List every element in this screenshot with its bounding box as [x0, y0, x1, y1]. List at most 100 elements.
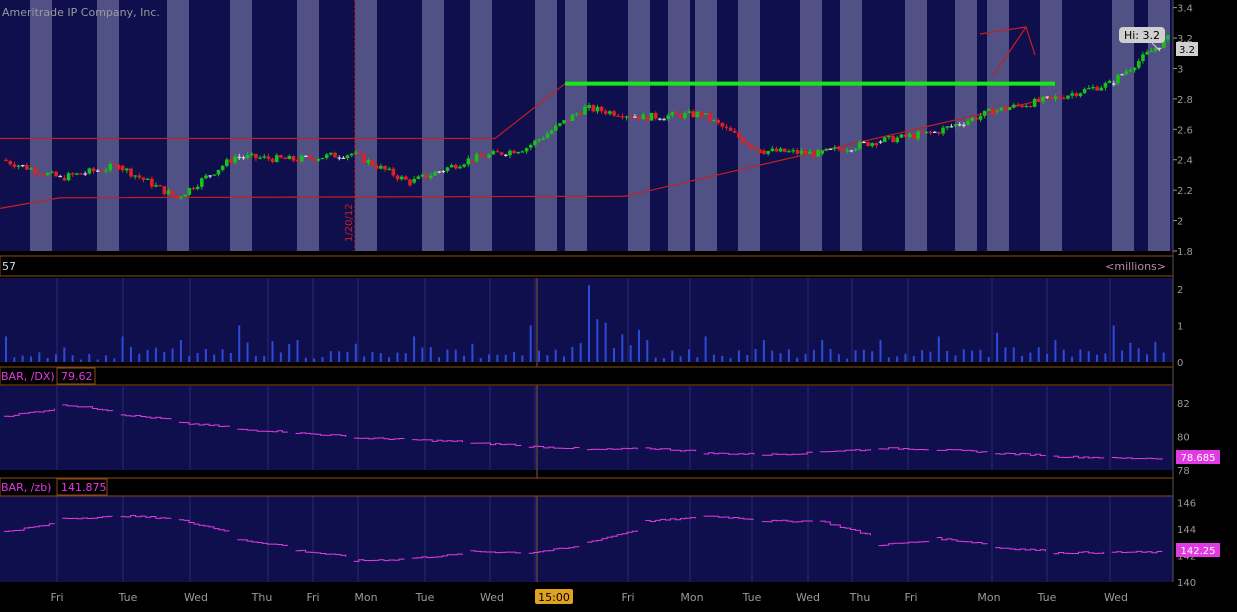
- candle-body: [233, 156, 237, 163]
- volume-bar: [1021, 355, 1024, 362]
- time-label: 15:00: [538, 591, 570, 604]
- dx-value: 79.62: [61, 370, 93, 383]
- candle-body: [503, 154, 508, 156]
- candle-body: [87, 168, 92, 174]
- volume-tick-label: 0: [1177, 358, 1183, 369]
- volume-bar: [363, 356, 366, 362]
- volume-bar: [5, 336, 7, 362]
- candle-body: [445, 167, 450, 171]
- volume-bar: [296, 340, 299, 362]
- candle-body: [374, 165, 379, 169]
- candle-body: [324, 154, 329, 158]
- volume-bar: [696, 357, 699, 362]
- candle-body: [266, 156, 271, 159]
- volume-bar: [13, 357, 16, 362]
- candle-body: [95, 170, 100, 172]
- time-axis: Fri Tue Wed Thu Fri Mon Tue Wed 15:00 Fri Mon Tue We…: [50, 589, 1128, 604]
- candle-body: [129, 168, 133, 177]
- candle-body: [408, 179, 412, 186]
- volume-bar: [346, 351, 349, 362]
- zb-tick-label: 140: [1177, 578, 1196, 589]
- candle-body: [1074, 93, 1079, 97]
- candle-body: [899, 134, 904, 138]
- volume-bar: [63, 347, 66, 362]
- volume-bar: [588, 285, 590, 362]
- chart-window: Ameritrade IP Company, Inc. 1/20/12 57 <…: [0, 0, 1237, 608]
- volume-bar: [213, 354, 216, 362]
- candle-body: [566, 120, 571, 122]
- candle-body: [849, 150, 854, 152]
- candle-body: [737, 132, 741, 138]
- volume-bar: [321, 357, 324, 362]
- volume-bar: [1062, 349, 1065, 362]
- volume-bar: [912, 356, 915, 362]
- candle-body: [1128, 70, 1133, 72]
- volume-bar: [862, 349, 865, 362]
- volume-bar: [854, 350, 857, 362]
- zb-header: [0, 477, 1174, 497]
- candle-body: [83, 173, 88, 175]
- candle-body: [191, 188, 196, 190]
- candle-body: [479, 154, 483, 157]
- candle-body: [745, 142, 750, 145]
- volume-bar: [637, 329, 640, 362]
- candle-body: [249, 153, 254, 156]
- time-label: Fri: [306, 591, 319, 604]
- volume-bar: [221, 349, 224, 362]
- candle-body: [658, 118, 662, 120]
- volume-bar: [979, 349, 982, 362]
- candle-body: [1111, 83, 1116, 85]
- candle-body: [370, 160, 375, 166]
- candle-body: [20, 165, 25, 167]
- volume-bar: [1104, 353, 1107, 362]
- volume-bar: [1162, 352, 1165, 362]
- candle-body: [395, 175, 400, 180]
- candle-body: [1153, 48, 1158, 51]
- dx-panel[interactable]: [0, 386, 1173, 470]
- candle-body: [616, 115, 621, 117]
- volume-bar: [479, 358, 482, 362]
- candle-body: [637, 116, 641, 120]
- candle-body: [824, 148, 829, 151]
- candle-body: [391, 168, 396, 176]
- candle-body: [16, 165, 21, 167]
- candle-body: [91, 168, 96, 172]
- candle-body: [358, 152, 362, 155]
- candle-body: [387, 168, 391, 170]
- candle-body: [678, 114, 683, 118]
- zb-tick-label: 144: [1177, 525, 1196, 536]
- candle-body: [583, 106, 587, 115]
- candle-body: [1037, 98, 1041, 102]
- volume-bar: [1071, 356, 1074, 362]
- candle-body: [50, 171, 54, 173]
- candle-body: [741, 137, 745, 143]
- zb-panel[interactable]: [0, 496, 1173, 582]
- candle-body: [807, 151, 812, 154]
- volume-bar: [171, 348, 174, 362]
- candle-body: [512, 150, 516, 154]
- dx-tick-label: 80: [1177, 432, 1190, 443]
- candle-body: [316, 159, 321, 161]
- dx-symbol: BAR, /DX): [1, 370, 55, 383]
- session-shade: [738, 0, 760, 251]
- candle-body: [1053, 96, 1058, 99]
- volume-bar: [1096, 354, 1099, 362]
- candle-body: [1124, 71, 1129, 75]
- session-shade: [97, 0, 119, 251]
- session-shade: [297, 0, 319, 251]
- volume-bar: [704, 336, 707, 362]
- candle-body: [158, 185, 162, 187]
- candle-body: [420, 174, 425, 177]
- volume-bar: [288, 344, 291, 362]
- candle-body: [491, 151, 496, 155]
- candle-body: [25, 165, 29, 170]
- volume-bar: [279, 352, 282, 362]
- candle-body: [499, 152, 504, 155]
- candle-body: [429, 175, 433, 178]
- candle-body: [37, 173, 42, 175]
- volume-bar: [54, 354, 57, 362]
- candle-body: [1020, 105, 1024, 107]
- volume-bar: [121, 336, 124, 362]
- candle-body: [928, 131, 933, 133]
- candle-body: [349, 153, 354, 156]
